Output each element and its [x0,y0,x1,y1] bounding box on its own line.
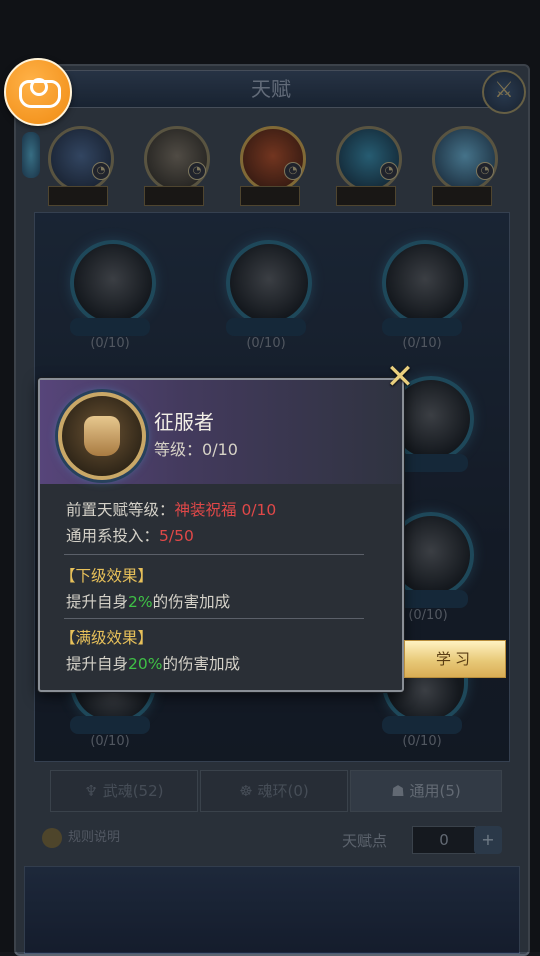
tab-wuhun[interactable]: ♆ 武魂(52) [50,770,198,812]
category-label [48,186,108,206]
max-effect-pre: 提升自身 [66,655,129,673]
prereq-value: 神装祝福 0/10 [174,501,277,519]
invest-row: 通用系投入：5/50 [66,524,194,546]
category-label [144,186,204,206]
invest-value: 5/50 [159,527,194,545]
max-effect-header: 【满级效果】 [60,629,154,647]
category-label [240,186,300,206]
side-gem-decoration [22,132,40,178]
talent-node-name [70,716,150,734]
next-effect-value: 2% [128,593,153,611]
tab-label: 魂环(0) [257,782,309,800]
divider [64,618,364,619]
category-icon [432,126,498,192]
lamp-icon: ☗ [391,782,410,800]
add-points-button[interactable]: + [474,826,502,854]
tab-hunhuan[interactable]: ☸ 魂环(0) [200,770,348,812]
window-title: 天赋 [40,70,502,108]
gamepad-face-icon [30,78,48,96]
max-effect-post: 的伤害加成 [162,655,240,673]
lock-icon: ◔ [92,162,110,180]
lock-icon: ◔ [188,162,206,180]
category-label [336,186,396,206]
invest-label: 通用系投入： [66,527,160,545]
talent-node-icon [226,240,312,326]
talent-points-label: 天赋点 [342,832,388,850]
rules-icon [42,827,62,848]
lock-icon: ◔ [284,162,302,180]
talent-points-value: 0 [412,826,476,854]
close-window-button[interactable]: ⚔ [482,70,526,114]
level-value: 0/10 [202,440,238,459]
talent-node[interactable]: (0/10) [226,240,312,351]
talent-node-count: (0/10) [90,734,130,749]
next-effect-text: 提升自身2%的伤害加成 [66,590,230,612]
prereq-row: 前置天赋等级：神装祝福 0/10 [66,498,276,520]
talent-node-name [382,318,462,336]
fist-icon [58,392,146,480]
learn-button[interactable]: 学习 [404,640,506,678]
next-effect-post: 的伤害加成 [152,593,231,611]
talent-level: 等级：0/10 [154,436,238,460]
category-icon [240,126,306,192]
talent-name: 征服者 [154,410,214,434]
gamepad-button[interactable] [4,58,72,126]
talent-tabs: ♆ 武魂(52) ☸ 魂环(0) ☗ 通用(5) [44,770,502,812]
talent-node-name [226,318,306,336]
rules-label: 规则说明 [68,830,121,845]
talent-detail-popup: 征服者 等级：0/10 前置天赋等级：神装祝福 0/10 通用系投入：5/50 … [38,378,404,692]
level-label: 等级： [154,440,203,459]
talent-node-name [70,318,150,336]
max-effect-value: 20% [128,655,163,673]
category-icon [48,126,114,192]
talent-node-count: (0/10) [402,734,442,749]
tab-label: 武魂(52) [102,782,164,800]
talent-node[interactable]: (0/10) [70,240,156,351]
category-label [432,186,492,206]
divider [64,554,364,555]
character-preview-area [24,866,520,954]
lock-icon: ◔ [476,162,494,180]
prereq-label: 前置天赋等级： [66,501,175,519]
close-popup-button[interactable]: ✕ [384,360,416,394]
rules-link[interactable]: 规则说明 [42,826,120,848]
lock-icon: ◔ [380,162,398,180]
talent-node-name [382,716,462,734]
talent-node-count: (0/10) [402,336,442,351]
talent-node-count: (0/10) [246,336,286,351]
trophy-icon: ♆ [84,782,103,800]
next-effect-header: 【下级效果】 [60,567,154,585]
category-icon [144,126,210,192]
tab-tongyong[interactable]: ☗ 通用(5) [350,770,502,812]
talent-node[interactable]: (0/10) [382,240,468,351]
talent-node-icon [382,240,468,326]
talent-node-icon [70,240,156,326]
category-icon [336,126,402,192]
max-effect-text: 提升自身20%的伤害加成 [66,652,240,674]
crossed-swords-close-icon: ⚔ [494,78,514,103]
tab-label: 通用(5) [409,782,461,800]
talent-node-count: (0/10) [90,336,130,351]
ring-icon: ☸ [239,782,258,800]
next-effect-pre: 提升自身 [66,593,129,611]
